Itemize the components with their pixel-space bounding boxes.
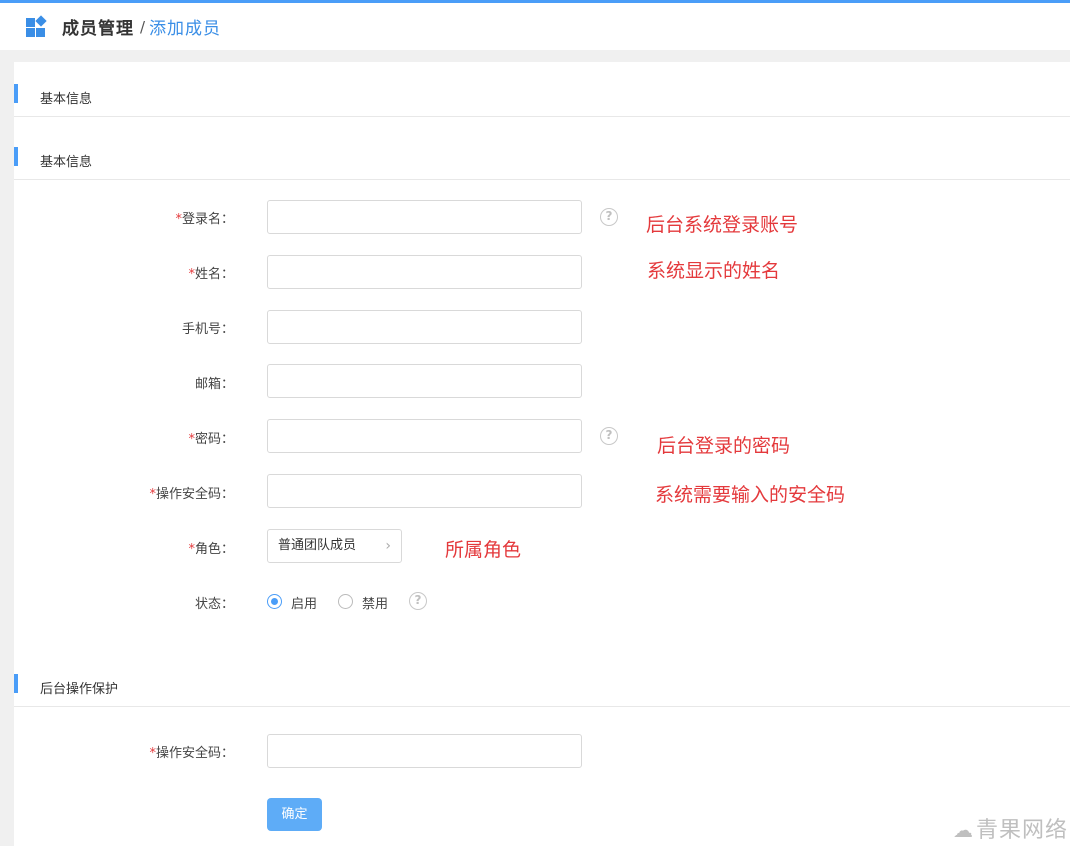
section-title: 基本信息 <box>40 155 93 170</box>
section-basic-info-1: 基本信息 <box>14 62 1070 117</box>
cloud-logo-icon: ☁ <box>952 818 974 842</box>
safecode-note: 系统需要输入的安全码 <box>655 484 846 506</box>
page-header: 成员管理 / 添加成员 <box>0 3 1070 50</box>
safecode-input[interactable] <box>267 474 582 508</box>
protect-safecode-input[interactable] <box>267 734 582 768</box>
chevron-right-icon: › <box>385 538 391 554</box>
breadcrumb-separator: / <box>140 17 146 36</box>
password-input[interactable] <box>267 419 582 453</box>
help-icon[interactable]: ? <box>409 592 427 610</box>
breadcrumb-current: 添加成员 <box>149 19 222 39</box>
role-label: *角色： <box>188 542 234 557</box>
login-name-input[interactable] <box>267 200 582 234</box>
status-enabled-radio[interactable] <box>267 594 282 609</box>
section-operation-protect: 后台操作保护 <box>14 652 1070 707</box>
role-select[interactable]: 普通团队成员 › <box>267 529 402 563</box>
name-input[interactable] <box>267 255 582 289</box>
status-disabled-radio[interactable] <box>338 594 353 609</box>
safecode-label: *操作安全码： <box>149 487 234 502</box>
password-label: *密码： <box>188 432 234 447</box>
phone-input[interactable] <box>267 310 582 344</box>
phone-label: 手机号： <box>181 322 234 337</box>
login-name-note: 后台系统登录账号 <box>646 214 799 236</box>
name-label: *姓名： <box>188 267 234 282</box>
form-panel: 基本信息 基本信息 *登录名： ? 后台系统登录账号 *姓名： 系统显示的姓名 … <box>14 62 1070 846</box>
password-note: 后台登录的密码 <box>657 435 791 457</box>
login-name-label: *登录名： <box>175 212 234 227</box>
app-grid-icon <box>26 14 48 38</box>
help-icon[interactable]: ? <box>600 208 618 226</box>
help-icon[interactable]: ? <box>600 427 618 445</box>
status-disabled-label[interactable]: 禁用 <box>362 593 388 612</box>
status-enabled-label[interactable]: 启用 <box>291 593 317 612</box>
protect-safecode-label: *操作安全码： <box>149 746 234 761</box>
confirm-button[interactable]: 确定 <box>267 798 322 831</box>
name-note: 系统显示的姓名 <box>647 260 781 282</box>
section-title: 后台操作保护 <box>40 682 119 697</box>
email-input[interactable] <box>267 364 582 398</box>
watermark: ☁青果网络 <box>952 818 1068 843</box>
section-title: 基本信息 <box>40 92 93 107</box>
email-label: 邮箱： <box>194 377 234 392</box>
status-label: 状态： <box>194 597 234 612</box>
breadcrumb-parent[interactable]: 成员管理 <box>62 14 134 39</box>
section-basic-info-2: 基本信息 <box>14 125 1070 180</box>
role-selected-value: 普通团队成员 <box>278 538 357 553</box>
role-note: 所属角色 <box>445 539 522 561</box>
